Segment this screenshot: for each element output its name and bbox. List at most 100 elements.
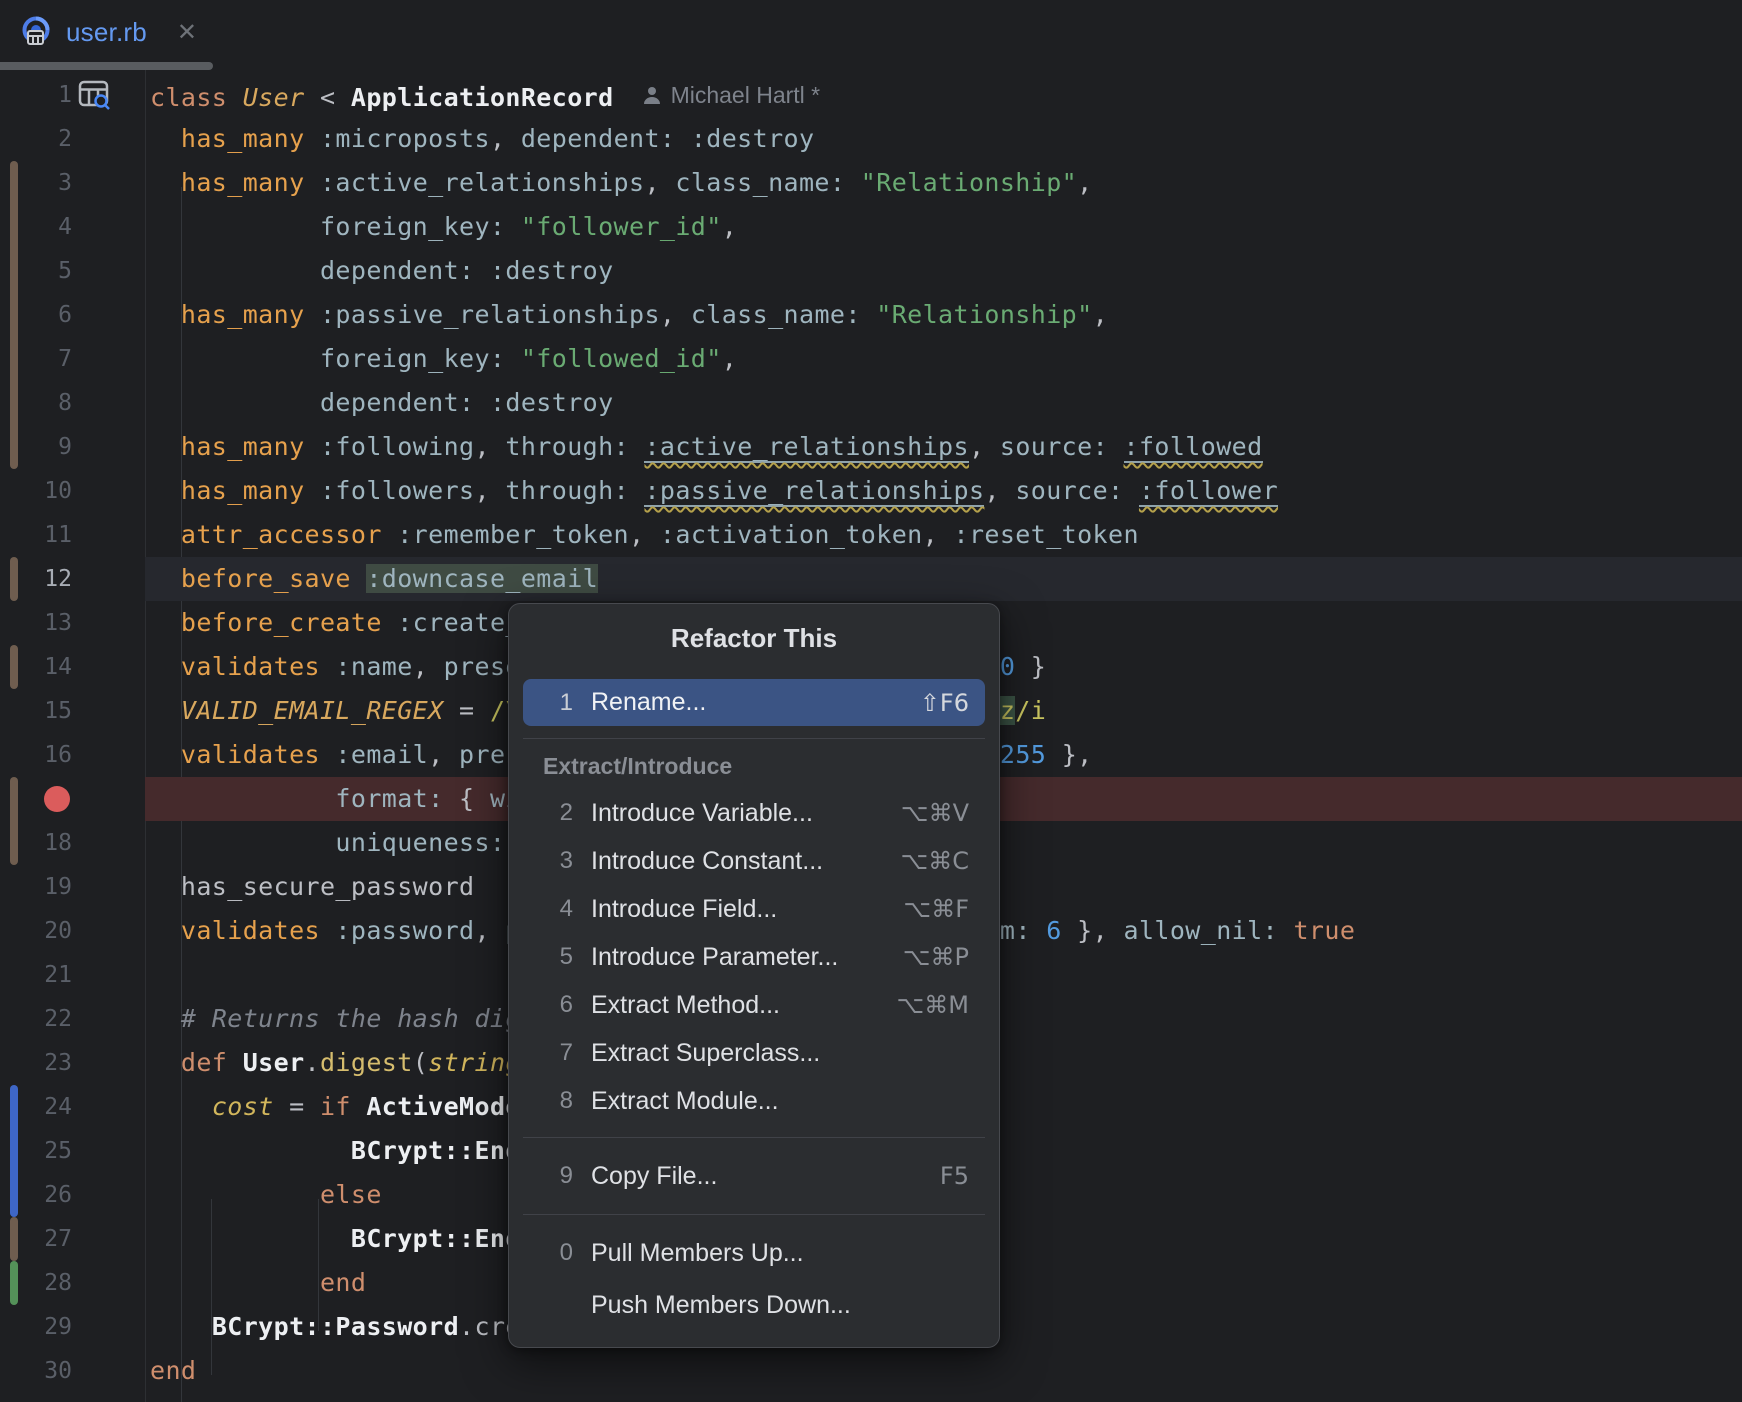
- gutter-change-bar: [10, 1217, 18, 1261]
- gutter[interactable]: 24: [0, 1085, 145, 1129]
- breakpoint-icon[interactable]: [44, 786, 70, 812]
- code-text[interactable]: dependent: :destroy: [145, 249, 1742, 293]
- line-number: 15: [12, 698, 72, 724]
- gutter[interactable]: 21: [0, 953, 145, 997]
- menu-item-introduce-variable[interactable]: 2Introduce Variable...⌥⌘V: [509, 789, 999, 837]
- gutter[interactable]: 2: [0, 117, 145, 161]
- gutter[interactable]: 3: [0, 161, 145, 205]
- code-text[interactable]: has_many :followers, through: :passive_r…: [145, 469, 1742, 513]
- gutter[interactable]: 13: [0, 601, 145, 645]
- refactor-menu: 1Rename...⇧F6Extract/Introduce2Introduce…: [509, 679, 999, 1331]
- line-number: 13: [12, 610, 72, 636]
- code-text[interactable]: attr_accessor :remember_token, :activati…: [145, 513, 1742, 557]
- line-number: 22: [12, 1006, 72, 1032]
- menu-item-shortcut: F5: [940, 1162, 969, 1190]
- code-text[interactable]: has_many :microposts, dependent: :destro…: [145, 117, 1742, 161]
- gutter[interactable]: 5: [0, 249, 145, 293]
- gutter[interactable]: 16: [0, 733, 145, 777]
- code-line-12[interactable]: 12 before_save :downcase_email: [0, 557, 1742, 601]
- gutter-change-bar: [10, 645, 18, 689]
- code-line-7[interactable]: 7 foreign_key: "followed_id",: [0, 337, 1742, 381]
- table-search-icon[interactable]: [78, 80, 112, 115]
- gutter[interactable]: 22: [0, 997, 145, 1041]
- code-line-8[interactable]: 8 dependent: :destroy: [0, 381, 1742, 425]
- menu-item-shortcut: ⌥⌘C: [901, 847, 969, 875]
- menu-item-mnemonic: 4: [509, 895, 573, 923]
- menu-item-mnemonic: 2: [509, 799, 573, 827]
- gutter[interactable]: 4: [0, 205, 145, 249]
- menu-item-extract-module[interactable]: 8Extract Module...: [509, 1077, 999, 1125]
- line-number: 6: [12, 302, 72, 328]
- code-line-9[interactable]: 9 has_many :following, through: :active_…: [0, 425, 1742, 469]
- line-number: 10: [12, 478, 72, 504]
- gutter[interactable]: 10: [0, 469, 145, 513]
- gutter[interactable]: 20: [0, 909, 145, 953]
- gutter[interactable]: 19: [0, 865, 145, 909]
- code-text[interactable]: has_many :following, through: :active_re…: [145, 425, 1742, 469]
- code-line-5[interactable]: 5 dependent: :destroy: [0, 249, 1742, 293]
- gutter-change-bar: [10, 1261, 18, 1305]
- code-line-2[interactable]: 2 has_many :microposts, dependent: :dest…: [0, 117, 1742, 161]
- line-number: 4: [12, 214, 72, 240]
- gutter[interactable]: 14: [0, 645, 145, 689]
- gutter[interactable]: 28: [0, 1261, 145, 1305]
- code-text[interactable]: dependent: :destroy: [145, 381, 1742, 425]
- menu-item-introduce-constant[interactable]: 3Introduce Constant...⌥⌘C: [509, 837, 999, 885]
- code-text[interactable]: has_many :active_relationships, class_na…: [145, 161, 1742, 205]
- code-line-10[interactable]: 10 has_many :followers, through: :passiv…: [0, 469, 1742, 513]
- menu-item-introduce-field[interactable]: 4Introduce Field...⌥⌘F: [509, 885, 999, 933]
- gutter[interactable]: 27: [0, 1217, 145, 1261]
- menu-item-copy-file[interactable]: 9Copy File...F5: [509, 1150, 999, 1202]
- code-line-1[interactable]: 1 class User < ApplicationRecordMichael H…: [0, 73, 1742, 117]
- code-text[interactable]: foreign_key: "followed_id",: [145, 337, 1742, 381]
- menu-item-extract-superclass[interactable]: 7Extract Superclass...: [509, 1029, 999, 1077]
- author-inlay[interactable]: Michael Hartl *: [642, 73, 821, 117]
- code-line-6[interactable]: 6 has_many :passive_relationships, class…: [0, 293, 1742, 337]
- code-text[interactable]: has_many :passive_relationships, class_n…: [145, 293, 1742, 337]
- refactor-this-popup: Refactor This 1Rename...⇧F6Extract/Intro…: [508, 603, 1000, 1348]
- line-number: 27: [12, 1226, 72, 1252]
- menu-item-pull-members-up[interactable]: 0Pull Members Up...: [509, 1227, 999, 1279]
- gutter[interactable]: 6: [0, 293, 145, 337]
- popup-title: Refactor This: [509, 618, 999, 658]
- code-line-4[interactable]: 4 foreign_key: "follower_id",: [0, 205, 1742, 249]
- code-text[interactable]: before_save :downcase_email: [145, 557, 1742, 601]
- gutter[interactable]: 26: [0, 1173, 145, 1217]
- code-line-3[interactable]: 3 has_many :active_relationships, class_…: [0, 161, 1742, 205]
- gutter[interactable]: 30: [0, 1349, 145, 1393]
- gutter[interactable]: 12: [0, 557, 145, 601]
- menu-separator: [523, 1214, 985, 1215]
- menu-item-label: Pull Members Up...: [591, 1239, 804, 1268]
- gutter[interactable]: 29: [0, 1305, 145, 1349]
- tab-label: user.rb: [66, 17, 147, 48]
- line-number: 1: [12, 82, 72, 108]
- menu-item-extract-method[interactable]: 6Extract Method...⌥⌘M: [509, 981, 999, 1029]
- menu-item-introduce-parameter[interactable]: 5Introduce Parameter...⌥⌘P: [509, 933, 999, 981]
- menu-item-push-members-down[interactable]: Push Members Down...: [509, 1279, 999, 1331]
- gutter[interactable]: [0, 777, 145, 821]
- gutter[interactable]: 9: [0, 425, 145, 469]
- gutter[interactable]: 18: [0, 821, 145, 865]
- tab-user-rb[interactable]: user.rb ✕: [14, 6, 207, 58]
- tab-close-icon[interactable]: ✕: [173, 16, 201, 49]
- line-number: 14: [12, 654, 72, 680]
- gutter[interactable]: 1: [0, 73, 145, 117]
- code-text[interactable]: foreign_key: "follower_id",: [145, 205, 1742, 249]
- menu-item-shortcut: ⌥⌘F: [904, 895, 969, 923]
- code-text[interactable]: end: [145, 1349, 1742, 1393]
- code-line-11[interactable]: 11 attr_accessor :remember_token, :activ…: [0, 513, 1742, 557]
- line-number: 21: [12, 962, 72, 988]
- gutter[interactable]: 25: [0, 1129, 145, 1173]
- gutter[interactable]: 11: [0, 513, 145, 557]
- code-line-30[interactable]: 30end: [0, 1349, 1742, 1393]
- gutter[interactable]: 7: [0, 337, 145, 381]
- line-number: 2: [12, 126, 72, 152]
- gutter[interactable]: 23: [0, 1041, 145, 1085]
- gutter[interactable]: 15: [0, 689, 145, 733]
- code-text[interactable]: class User < ApplicationRecordMichael Ha…: [145, 73, 1742, 117]
- menu-item-mnemonic: 6: [509, 991, 573, 1019]
- menu-separator: [523, 738, 985, 739]
- menu-item-rename[interactable]: 1Rename...⇧F6: [523, 679, 985, 726]
- menu-item-label: Extract Superclass...: [591, 1039, 820, 1068]
- gutter[interactable]: 8: [0, 381, 145, 425]
